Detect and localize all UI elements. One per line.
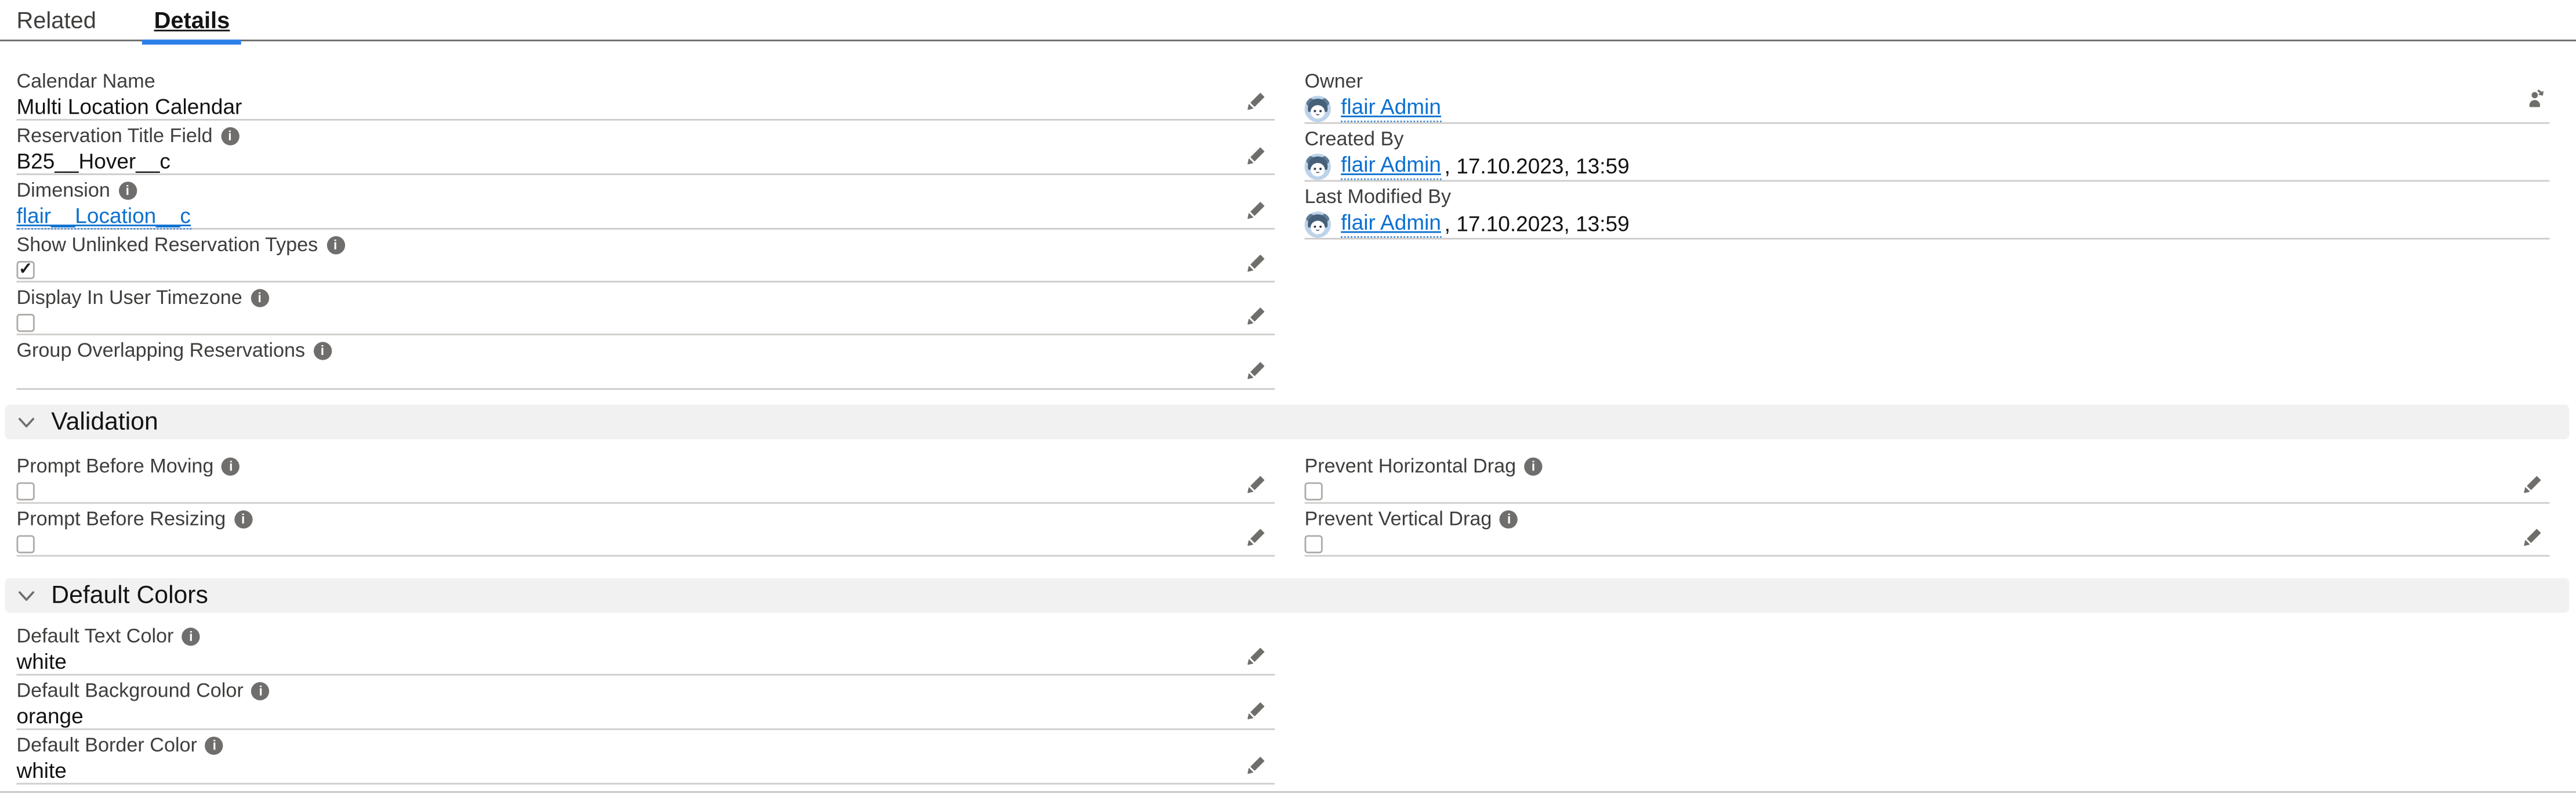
field-calendar-name: Calendar Name Multi Location Calendar bbox=[16, 66, 1275, 121]
prevent-vertical-drag-checkbox[interactable] bbox=[1304, 535, 1322, 553]
field-label: Show Unlinked Reservation Types bbox=[16, 234, 318, 256]
info-icon[interactable]: i bbox=[251, 289, 269, 307]
field-label: Prevent Vertical Drag bbox=[1304, 509, 1492, 530]
edit-icon[interactable] bbox=[1247, 198, 1268, 220]
field-label: Prompt Before Resizing bbox=[16, 509, 226, 530]
default-colors-right-column bbox=[1304, 621, 2549, 785]
field-label: Calendar Name bbox=[16, 71, 155, 92]
field-value: orange bbox=[16, 704, 1275, 729]
info-icon[interactable]: i bbox=[313, 342, 331, 360]
field-value: white bbox=[16, 758, 1275, 783]
info-icon[interactable]: i bbox=[221, 127, 239, 145]
prevent-horizontal-drag-checkbox[interactable] bbox=[1304, 482, 1322, 500]
record-tabbar: Related Details bbox=[0, 0, 2576, 41]
record-info-right-column: Owner flair Admin Created By flair Admin… bbox=[1304, 66, 2549, 390]
field-display-in-user-timezone: Display In User Timezone i bbox=[16, 282, 1275, 335]
field-value bbox=[16, 363, 1275, 388]
change-owner-icon[interactable] bbox=[2523, 88, 2546, 111]
field-created-by: Created By flair Admin , 17.10.2023, 13:… bbox=[1304, 124, 2549, 182]
dimension-link[interactable]: flair__Location__c bbox=[16, 203, 190, 230]
field-reservation-title-field: Reservation Title Field i B25__Hover__c bbox=[16, 121, 1275, 175]
info-icon[interactable]: i bbox=[326, 236, 344, 254]
validation-right-column: Prevent Horizontal Drag i Prevent Vertica… bbox=[1304, 451, 2549, 556]
info-icon[interactable]: i bbox=[222, 458, 240, 476]
edit-icon[interactable] bbox=[1247, 89, 1268, 111]
field-label: Dimension bbox=[16, 180, 110, 201]
show-unlinked-checkbox[interactable]: ✓ bbox=[16, 261, 34, 279]
field-default-border-color: Default Border Color i white bbox=[16, 730, 1275, 785]
field-show-unlinked-reservation-types: Show Unlinked Reservation Types i ✓ bbox=[16, 230, 1275, 282]
edit-icon[interactable] bbox=[2523, 472, 2545, 494]
field-label: Reservation Title Field bbox=[16, 125, 212, 147]
field-prompt-before-resizing: Prompt Before Resizing i bbox=[16, 503, 1275, 556]
field-prompt-before-moving: Prompt Before Moving i bbox=[16, 451, 1275, 503]
edit-icon[interactable] bbox=[1247, 251, 1268, 273]
edit-icon[interactable] bbox=[1247, 358, 1268, 380]
astro-avatar bbox=[1304, 95, 1331, 122]
field-value: Multi Location Calendar bbox=[16, 94, 1275, 119]
chevron-down-icon bbox=[16, 585, 36, 605]
edit-icon[interactable] bbox=[1247, 698, 1268, 720]
field-last-modified-by: Last Modified By flair Admin , 17.10.202… bbox=[1304, 182, 2549, 240]
edit-icon[interactable] bbox=[2523, 525, 2545, 546]
section-header-validation[interactable]: Validation bbox=[5, 405, 2570, 440]
prompt-before-moving-checkbox[interactable] bbox=[16, 482, 34, 500]
info-icon[interactable]: i bbox=[118, 182, 136, 200]
info-icon[interactable]: i bbox=[1524, 458, 1542, 476]
field-prevent-vertical-drag: Prevent Vertical Drag i bbox=[1304, 503, 2549, 556]
astro-avatar bbox=[1304, 153, 1331, 179]
field-dimension: Dimension i flair__Location__c bbox=[16, 175, 1275, 230]
record-info-left-column: Calendar Name Multi Location Calendar Re… bbox=[16, 66, 1275, 390]
created-by-user-link[interactable]: flair Admin bbox=[1341, 152, 1441, 180]
validation-left-column: Prompt Before Moving i Prompt Before Resi… bbox=[16, 451, 1275, 556]
field-label: Default Border Color bbox=[16, 735, 197, 756]
info-icon[interactable]: i bbox=[252, 682, 270, 700]
last-modified-datetime: , 17.10.2023, 13:59 bbox=[1445, 211, 1630, 237]
section-header-default-colors[interactable]: Default Colors bbox=[5, 578, 2570, 613]
section-title: Validation bbox=[51, 405, 158, 440]
section-validation-fields: Prompt Before Moving i Prompt Before Resi… bbox=[16, 451, 2576, 556]
section-default-colors-fields: Default Text Color i white Default Backgr… bbox=[16, 621, 2576, 785]
record-details-panel: Related Details Calendar Name Multi Loca… bbox=[0, 0, 2576, 797]
owner-user-link[interactable]: flair Admin bbox=[1341, 94, 1441, 122]
field-prevent-horizontal-drag: Prevent Horizontal Drag i bbox=[1304, 451, 2549, 503]
field-label: Default Text Color bbox=[16, 626, 173, 647]
prompt-before-resizing-checkbox[interactable] bbox=[16, 535, 34, 553]
info-icon[interactable]: i bbox=[1500, 510, 1518, 528]
edit-icon[interactable] bbox=[1247, 644, 1268, 666]
edit-icon[interactable] bbox=[1247, 525, 1268, 546]
field-value: white bbox=[16, 649, 1275, 674]
page-bottom-divider bbox=[0, 791, 2576, 793]
field-group-overlapping-reservations: Group Overlapping Reservations i bbox=[16, 335, 1275, 390]
edit-icon[interactable] bbox=[1247, 753, 1268, 774]
field-label: Prompt Before Moving bbox=[16, 456, 213, 477]
field-owner: Owner flair Admin bbox=[1304, 66, 2549, 124]
edit-icon[interactable] bbox=[1247, 304, 1268, 325]
display-in-user-timezone-checkbox[interactable] bbox=[16, 314, 34, 332]
last-modified-by-user-link[interactable]: flair Admin bbox=[1341, 210, 1441, 238]
section-title: Default Colors bbox=[51, 578, 208, 613]
astro-avatar bbox=[1304, 211, 1331, 237]
field-label: Display In User Timezone bbox=[16, 287, 242, 309]
field-label: Owner bbox=[1304, 71, 1363, 92]
field-label: Last Modified By bbox=[1304, 187, 1451, 208]
field-label: Group Overlapping Reservations bbox=[16, 340, 305, 362]
tab-related[interactable]: Related bbox=[16, 6, 96, 33]
field-default-background-color: Default Background Color i orange bbox=[16, 676, 1275, 730]
info-icon[interactable]: i bbox=[205, 737, 223, 755]
chevron-down-icon bbox=[16, 412, 36, 432]
section-record-info: Calendar Name Multi Location Calendar Re… bbox=[16, 66, 2576, 390]
info-icon[interactable]: i bbox=[182, 628, 200, 646]
tab-details[interactable]: Details bbox=[143, 0, 242, 41]
edit-icon[interactable] bbox=[1247, 144, 1268, 165]
edit-icon[interactable] bbox=[1247, 472, 1268, 494]
field-label: Default Background Color bbox=[16, 680, 243, 702]
info-icon[interactable]: i bbox=[234, 510, 252, 528]
field-label: Prevent Horizontal Drag bbox=[1304, 456, 1516, 477]
field-default-text-color: Default Text Color i white bbox=[16, 621, 1275, 676]
created-datetime: , 17.10.2023, 13:59 bbox=[1445, 153, 1630, 179]
default-colors-left-column: Default Text Color i white Default Backgr… bbox=[16, 621, 1275, 785]
field-value: B25__Hover__c bbox=[16, 148, 1275, 173]
field-label: Created By bbox=[1304, 129, 1403, 150]
